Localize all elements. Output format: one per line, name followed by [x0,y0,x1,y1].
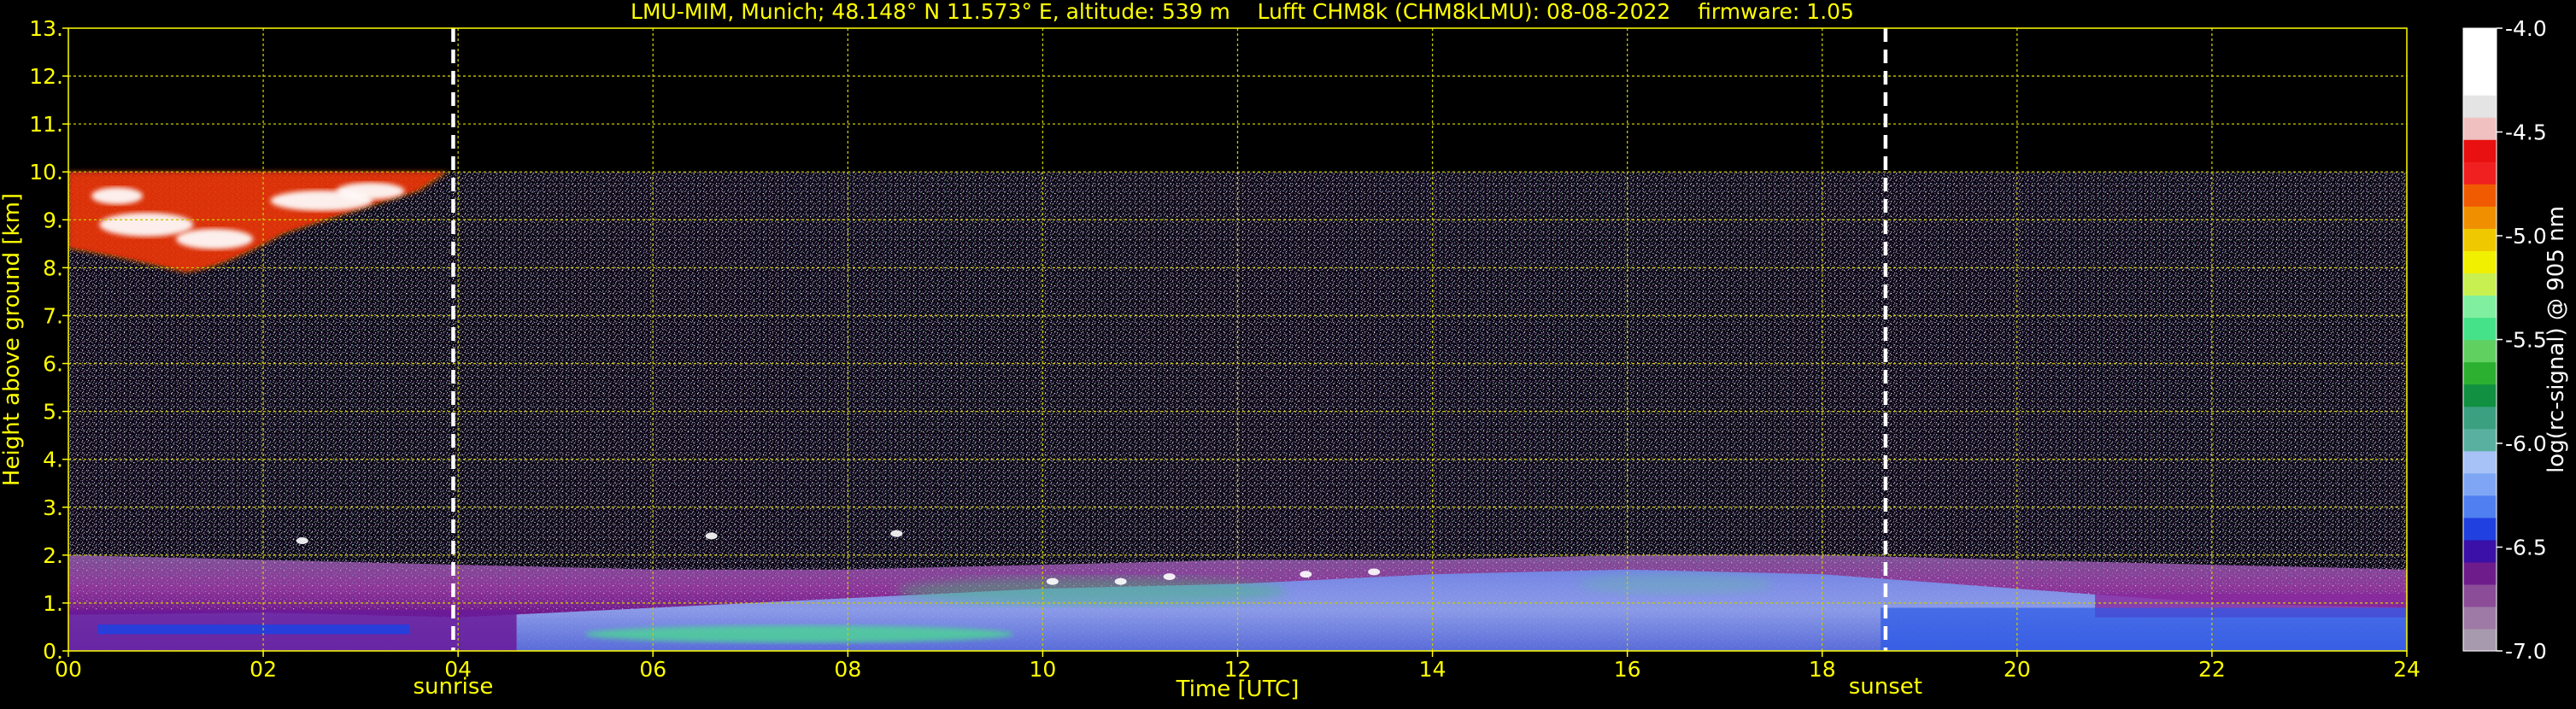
cirrus-core-0 [99,212,194,237]
colorbar-segment-5 [2463,517,2497,541]
y-tick-label-2: 2. [43,543,63,568]
colorbar-segment-18 [2463,228,2497,251]
night-blue-band [97,624,410,635]
x-tick-label-4: 08 [834,657,861,682]
x-tick-label-1: 02 [249,657,277,682]
colorbar-segment-2 [2463,583,2497,607]
cloud-top-7 [1368,568,1381,576]
y-tick-label-3: 3. [43,495,63,520]
cloud-top-0 [296,537,308,545]
colorbar-segment-8 [2463,450,2497,474]
y-tick-label-7: 7. [43,303,63,328]
colorbar-tick-label-3: -5.5 [2505,328,2547,353]
y-tick-label-1: 1. [43,591,63,616]
x-tick-label-3: 06 [639,657,666,682]
y-tick-label-10: 10. [29,160,63,185]
x-tick-label-5: 10 [1030,657,1057,682]
x-tick-label-9: 18 [1809,657,1836,682]
chart-title: LMU-MIM, Munich; 48.148° N 11.573° E, al… [631,0,1854,24]
y-axis-label: Height above ground [km] [0,193,25,486]
x-axis-label: Time [UTC] [1176,677,1300,702]
y-tick-label-9: 9. [43,208,63,232]
cirrus-core-1 [176,228,254,249]
cloud-top-1 [705,532,718,540]
colorbar-segment-20 [2463,184,2497,207]
colorbar-segment-3 [2463,561,2497,585]
colorbar-tick-label-1: -4.5 [2505,120,2547,145]
x-tick-label-7: 14 [1419,657,1446,682]
colorbar: -4.0 -4.5 -5.0 -5.5 -6.0 -6.5 -7.0 [2462,16,2547,664]
colorbar-segment-15 [2463,295,2497,319]
aerosol-green-1 [584,625,1014,643]
y-tick-label-4: 4. [43,448,63,472]
colorbar-segment-7 [2463,472,2497,496]
x-tick-label-8: 16 [1614,657,1641,682]
x-tick-label-12: 24 [2393,657,2421,682]
y-tick-label-13: 13. [29,16,63,41]
cloud-top-3 [1046,577,1059,585]
x-tick-label-11: 22 [2198,657,2226,682]
x-tick-label-10: 20 [2004,657,2031,682]
y-tick-label-0: 0. [43,639,63,664]
colorbar-segment-0 [2463,628,2497,652]
aerosol-green-3 [1578,573,1774,595]
colorbar-segment-4 [2463,539,2497,563]
colorbar-segment-1 [2463,606,2497,630]
colorbar-segment-14 [2463,317,2497,341]
colorbar-segment-25 [2463,73,2497,96]
chart-svg: LMU-MIM, Munich; 48.148° N 11.573° E, al… [0,0,2569,702]
colorbar-tick-label-6: -7.0 [2505,639,2547,664]
colorbar-segment-26 [2463,50,2497,73]
colorbar-label: log(rc-signal) @ 905 nm [2544,206,2569,473]
aerosol-green-2 [896,577,1287,605]
y-tick-label-8: 8. [43,255,63,280]
event-label-sunset: sunset [1849,674,1922,700]
y-tick-label-12: 12. [29,64,63,89]
y-tick-label-11: 11. [29,112,63,137]
y-tick-label-5: 5. [43,400,63,425]
cloud-top-2 [890,530,903,537]
colorbar-segment-19 [2463,206,2497,229]
colorbar-segment-13 [2463,339,2497,363]
colorbar-segment-11 [2463,384,2497,407]
cloud-top-6 [1300,571,1312,578]
colorbar-tick-label-0: -4.0 [2505,16,2547,41]
colorbar-segment-23 [2463,117,2497,140]
cloud-top-4 [1114,577,1127,585]
colorbar-tick-label-2: -5.0 [2505,224,2547,249]
colorbar-segment-22 [2463,139,2497,162]
ceilometer-chart: LMU-MIM, Munich; 48.148° N 11.573° E, al… [0,0,2576,706]
cirrus-core-4 [91,187,144,205]
colorbar-segment-17 [2463,250,2497,273]
colorbar-segment-10 [2463,406,2497,430]
x-tick-label-2: 04 [444,657,472,682]
y-tick-label-6: 6. [43,352,63,377]
colorbar-segment-12 [2463,361,2497,385]
cirrus-core-3 [336,182,405,200]
colorbar-segment-24 [2463,95,2497,118]
colorbar-segment-9 [2463,428,2497,452]
colorbar-segment-16 [2463,272,2497,296]
colorbar-segment-21 [2463,161,2497,185]
night-blue-late [1881,607,2407,651]
cloud-top-5 [1163,573,1176,581]
colorbar-segment-27 [2463,28,2497,51]
colorbar-segment-6 [2463,495,2497,519]
colorbar-tick-label-5: -6.5 [2505,536,2547,560]
colorbar-tick-label-4: -6.0 [2505,431,2547,456]
